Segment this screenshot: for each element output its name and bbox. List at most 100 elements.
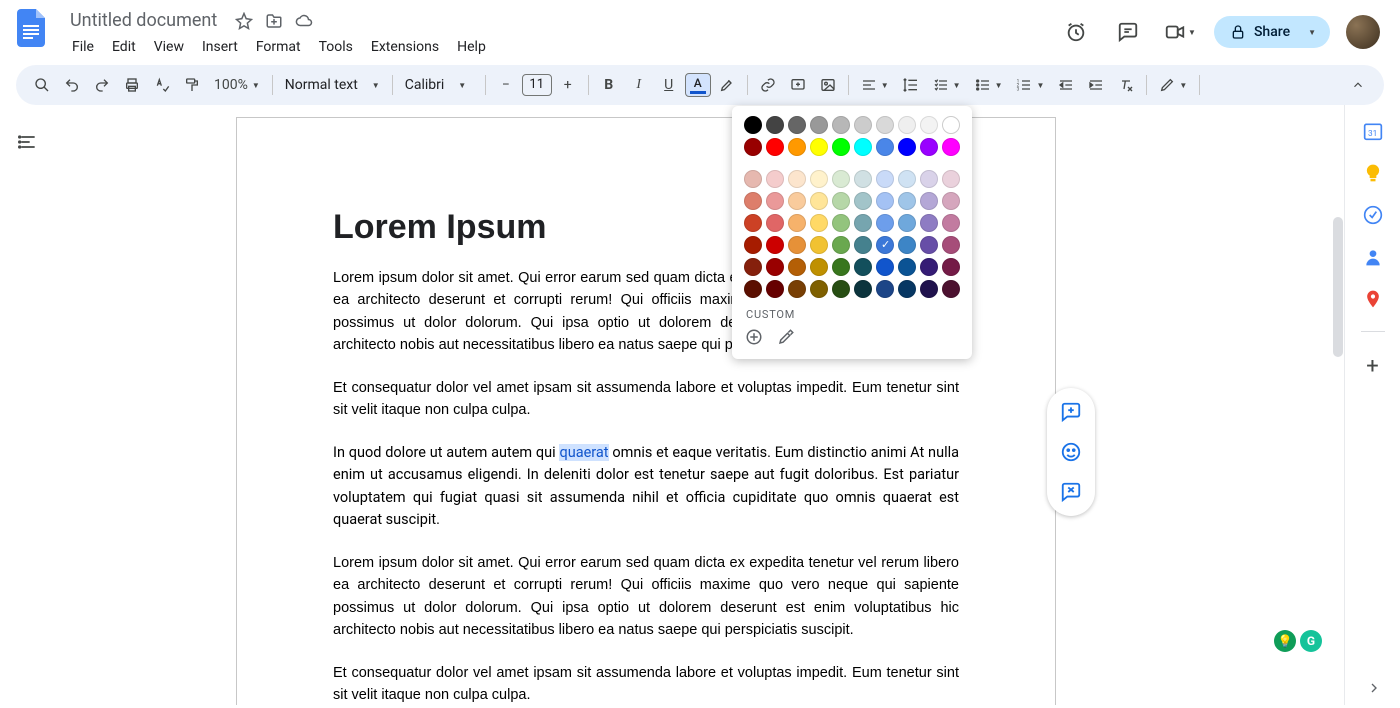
color-swatch[interactable] [898,116,916,134]
color-swatch[interactable] [810,116,828,134]
color-swatch[interactable] [766,236,784,254]
color-swatch[interactable] [744,258,762,276]
grammarly-widget[interactable]: 💡 G [1274,630,1322,652]
bold-icon[interactable]: B [595,71,623,99]
color-swatch[interactable] [920,116,938,134]
show-outline-icon[interactable] [13,127,43,157]
menu-insert[interactable]: Insert [194,35,246,59]
tasks-app-icon[interactable] [1363,205,1383,225]
color-swatch[interactable] [898,170,916,188]
grammarly-icon[interactable]: G [1300,630,1322,652]
color-swatch[interactable] [942,138,960,156]
color-swatch[interactable] [854,138,872,156]
color-swatch[interactable] [920,214,938,232]
share-dropdown-caret[interactable]: ▼ [1298,28,1326,37]
color-swatch[interactable] [898,236,916,254]
color-swatch[interactable] [832,214,850,232]
color-swatch[interactable] [854,116,872,134]
redo-icon[interactable] [88,71,116,99]
font-family-dropdown[interactable]: Calibri▼ [399,77,479,93]
color-swatch[interactable] [942,170,960,188]
get-addons-icon[interactable]: + [1366,354,1378,379]
print-icon[interactable] [118,71,146,99]
account-avatar[interactable] [1346,15,1380,49]
color-swatch[interactable] [920,236,938,254]
menu-edit[interactable]: Edit [104,35,144,59]
color-swatch[interactable] [854,280,872,298]
color-swatch[interactable] [854,236,872,254]
spellcheck-icon[interactable] [148,71,176,99]
vertical-scrollbar[interactable] [1332,217,1344,705]
color-swatch[interactable] [810,280,828,298]
color-swatch[interactable] [810,236,828,254]
color-swatch[interactable] [788,258,806,276]
highlight-color-icon[interactable] [713,71,741,99]
color-swatch[interactable] [788,138,806,156]
color-swatch[interactable] [876,192,894,210]
paragraph-style-dropdown[interactable]: Normal text▼ [279,77,386,93]
keep-app-icon[interactable] [1363,163,1383,183]
checklist-dropdown[interactable]: ▼ [927,71,967,99]
underline-icon[interactable]: U [655,71,683,99]
line-spacing-dropdown[interactable] [897,71,925,99]
color-swatch[interactable] [766,192,784,210]
color-swatch[interactable] [854,214,872,232]
color-swatch[interactable] [942,192,960,210]
meet-button[interactable]: ▼ [1162,14,1198,50]
color-swatch[interactable] [766,116,784,134]
calendar-app-icon[interactable]: 31 [1363,121,1383,141]
color-swatch[interactable] [898,214,916,232]
color-swatch[interactable] [832,280,850,298]
clear-formatting-icon[interactable] [1112,71,1140,99]
color-swatch[interactable] [898,258,916,276]
search-menus-icon[interactable] [28,71,56,99]
color-swatch[interactable] [810,258,828,276]
menu-file[interactable]: File [64,35,102,59]
color-swatch[interactable] [854,258,872,276]
italic-icon[interactable]: I [625,71,653,99]
color-swatch[interactable] [920,280,938,298]
color-swatch[interactable] [744,192,762,210]
color-swatch[interactable] [744,280,762,298]
color-swatch[interactable] [788,236,806,254]
color-swatch[interactable] [810,138,828,156]
increase-indent-icon[interactable] [1082,71,1110,99]
menu-tools[interactable]: Tools [311,35,361,59]
comments-icon[interactable] [1110,14,1146,50]
hide-menus-icon[interactable] [1344,71,1372,99]
color-swatch[interactable] [788,280,806,298]
color-swatch[interactable] [766,258,784,276]
color-swatch[interactable] [788,170,806,188]
color-swatch[interactable] [810,170,828,188]
color-swatch[interactable] [744,214,762,232]
menu-extensions[interactable]: Extensions [363,35,447,59]
color-swatch[interactable] [854,170,872,188]
color-swatch[interactable] [876,258,894,276]
editing-mode-dropdown[interactable]: ▼ [1153,71,1193,99]
color-swatch[interactable] [766,170,784,188]
color-swatch[interactable] [744,138,762,156]
collapse-side-panel-icon[interactable] [1366,680,1382,696]
color-swatch[interactable] [810,192,828,210]
color-swatch[interactable] [942,258,960,276]
numbered-list-dropdown[interactable]: 123▼ [1010,71,1050,99]
color-swatch[interactable] [810,214,828,232]
paint-format-icon[interactable] [178,71,206,99]
color-swatch[interactable] [766,280,784,298]
color-swatch[interactable] [876,138,894,156]
color-swatch[interactable] [942,214,960,232]
color-swatch[interactable] [876,170,894,188]
text-color-button[interactable]: A [685,73,711,97]
color-swatch[interactable] [788,116,806,134]
color-swatch[interactable] [876,236,894,254]
color-swatch[interactable] [788,192,806,210]
color-swatch[interactable] [920,138,938,156]
undo-icon[interactable] [58,71,86,99]
bulleted-list-dropdown[interactable]: ▼ [969,71,1009,99]
color-swatch[interactable] [744,116,762,134]
menu-format[interactable]: Format [248,35,309,59]
font-size-input[interactable]: 11 [522,74,552,96]
docs-logo[interactable] [12,8,52,48]
eyedropper-icon[interactable] [776,327,796,347]
move-icon[interactable] [265,12,283,30]
